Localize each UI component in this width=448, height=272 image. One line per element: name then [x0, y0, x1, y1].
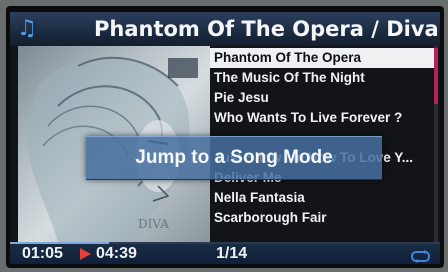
- track-item[interactable]: Who Wants To Live Forever ?: [210, 108, 434, 128]
- track-item[interactable]: The Music Of The Night: [210, 68, 434, 88]
- player-screen: ♫ Phantom Of The Opera / Diva The DIVA P…: [10, 12, 440, 264]
- play-icon[interactable]: [80, 248, 91, 260]
- elapsed-time: 01:05: [22, 245, 63, 262]
- track-position: 1/14: [216, 245, 248, 262]
- title-bar: ♫ Phantom Of The Opera / Diva The: [10, 12, 440, 46]
- music-note-icon: ♫: [17, 16, 37, 41]
- total-time: 04:39: [96, 245, 137, 262]
- album-title: Phantom Of The Opera / Diva The: [94, 17, 440, 41]
- track-item[interactable]: Phantom Of The Opera: [210, 48, 434, 68]
- track-item[interactable]: Pie Jesu: [210, 88, 434, 108]
- svg-text:DIVA: DIVA: [138, 217, 169, 231]
- repeat-icon[interactable]: [410, 248, 432, 263]
- overlay-message: Jump to a Song Mode: [135, 147, 333, 168]
- scrollbar-thumb[interactable]: [434, 48, 438, 104]
- track-item[interactable]: Nella Fantasia: [210, 188, 434, 208]
- track-item[interactable]: Scarborough Fair: [210, 208, 434, 228]
- mode-overlay: Jump to a Song Mode: [86, 136, 382, 180]
